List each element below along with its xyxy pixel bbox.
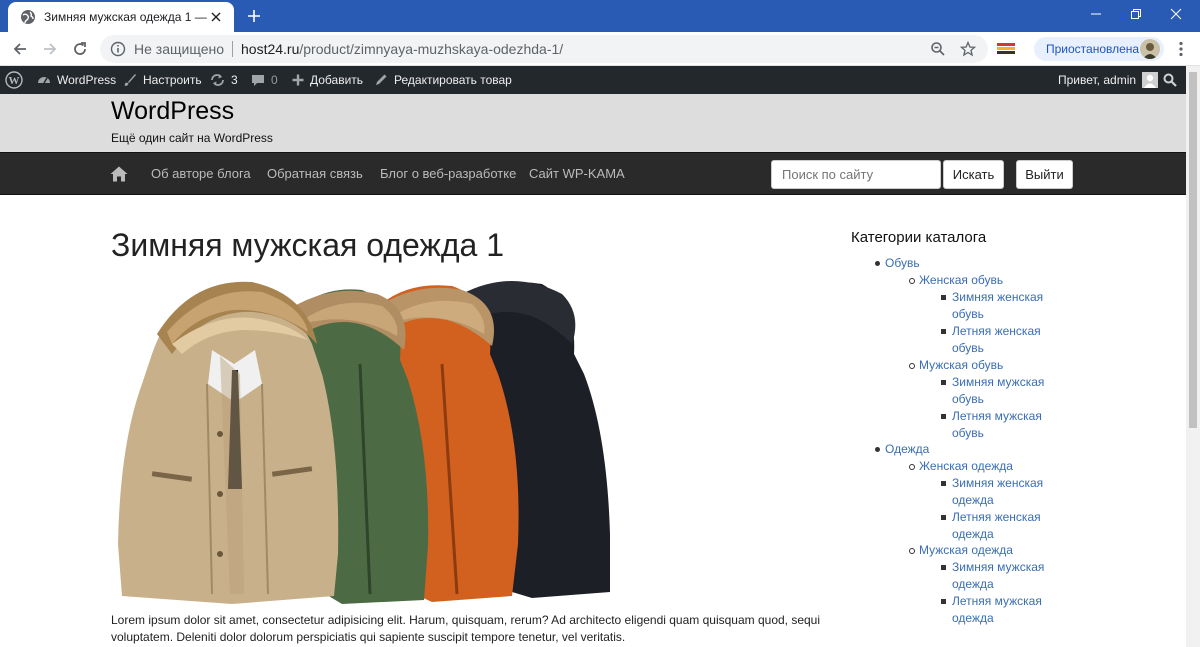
greeting-label: Привет, admin — [1058, 73, 1137, 87]
site-header: WordPress Ещё один сайт на WordPress — [0, 94, 1186, 152]
pencil-icon — [376, 74, 387, 85]
nav-item-wp-kama[interactable]: Сайт WP-KAMA — [529, 166, 625, 181]
nav-item-feedback[interactable]: Обратная связь — [267, 166, 363, 181]
comments-link[interactable]: 0 — [251, 66, 278, 94]
profile-button[interactable]: Приостановлена — [1034, 37, 1164, 61]
plus-icon — [292, 74, 304, 86]
close-window-button[interactable] — [1156, 0, 1196, 28]
product-description: Lorem ipsum dolor sit amet, consectetur … — [111, 612, 823, 646]
comment-icon — [252, 74, 264, 86]
logout-button[interactable]: Выйти — [1016, 160, 1073, 189]
browser-tab[interactable]: Зимняя мужская одежда 1 — W — [8, 2, 234, 32]
plus-icon — [248, 10, 260, 22]
comments-count: 0 — [271, 73, 278, 87]
nav-item-about[interactable]: Об авторе блога — [151, 166, 251, 181]
category-women-summer-clothes[interactable]: Летняя женская одежда — [941, 509, 1052, 543]
category-women-summer-shoes[interactable]: Летняя женская обувь — [941, 323, 1052, 357]
customize-link[interactable]: Настроить — [123, 66, 202, 94]
category-men-summer-clothes[interactable]: Летняя мужская одежда — [941, 593, 1052, 627]
divider — [232, 41, 233, 57]
close-tab-icon[interactable] — [208, 9, 224, 25]
product-description-line-2: voluptatem. Deleniti dolor dolorum persp… — [111, 630, 626, 644]
edit-product-link[interactable]: Редактировать товар — [374, 66, 512, 94]
category-men-summer-shoes[interactable]: Летняя мужская обувь — [941, 408, 1052, 442]
profile-status: Приостановлена — [1046, 42, 1140, 56]
product-description-line-1: Lorem ipsum dolor sit amet, consectetur … — [111, 613, 821, 627]
admin-site-link[interactable]: WordPress — [37, 66, 116, 94]
avatar — [1140, 39, 1160, 59]
add-new-label: Добавить — [310, 73, 364, 87]
page-scrollbar[interactable] — [1186, 66, 1200, 647]
site-description: Ещё один сайт на WordPress — [111, 131, 273, 145]
updates-count: 3 — [231, 73, 238, 87]
page-title: Зимняя мужская одежда 1 — [111, 227, 505, 263]
category-men-shoes[interactable]: Мужская обувь — [908, 357, 1003, 374]
security-label[interactable]: Не защищено — [134, 41, 224, 57]
search-button[interactable]: Искать — [943, 160, 1004, 189]
maximize-button[interactable] — [1116, 0, 1156, 28]
globe-icon — [21, 10, 35, 24]
reload-button[interactable] — [68, 38, 92, 60]
forward-button[interactable] — [38, 38, 62, 60]
updates-link[interactable]: 3 — [210, 66, 238, 94]
product-image — [118, 281, 610, 604]
category-clothes[interactable]: Одежда — [874, 441, 929, 458]
category-women-shoes[interactable]: Женская обувь — [908, 272, 1003, 289]
category-shoes[interactable]: Обувь — [875, 255, 920, 272]
nav-item-blog[interactable]: Блог о веб-разработке — [380, 166, 516, 181]
url-host: host24.ru — [241, 41, 300, 57]
url-path: /product/zimnyaya-muzhskaya-odezhda-1/ — [299, 41, 564, 57]
home-icon[interactable] — [110, 166, 128, 182]
reload-icon — [74, 42, 86, 55]
new-tab-button[interactable] — [244, 6, 264, 26]
edit-product-label: Редактировать товар — [394, 73, 512, 87]
avatar — [1142, 72, 1159, 88]
account-menu[interactable]: Привет, admin — [1058, 66, 1159, 94]
extension-icon[interactable] — [996, 41, 1016, 57]
search-icon[interactable] — [1163, 66, 1183, 94]
main-navigation: Об авторе блога Обратная связь Блог о ве… — [0, 152, 1186, 195]
add-new-link[interactable]: Добавить — [292, 66, 363, 94]
wp-logo-icon[interactable]: W — [5, 66, 29, 94]
star-icon[interactable] — [956, 35, 980, 63]
info-icon[interactable] — [110, 41, 126, 57]
zoom-icon[interactable] — [926, 35, 950, 63]
minimize-button[interactable] — [1076, 0, 1116, 28]
dashboard-icon — [38, 77, 50, 84]
browser-toolbar: Не защищено host24.ru/product/zimnyaya-m… — [0, 32, 1200, 66]
updates-icon — [211, 74, 224, 86]
back-button[interactable] — [8, 38, 32, 60]
arrow-left-icon — [13, 43, 26, 55]
admin-site-name: WordPress — [57, 73, 117, 87]
sidebar-title: Категории каталога — [851, 229, 987, 246]
category-women-clothes[interactable]: Женская одежда — [909, 458, 1013, 475]
category-women-winter-shoes[interactable]: Зимняя женская обувь — [941, 289, 1052, 323]
wp-admin-bar: W WordPress Настроить 3 0 Добавить Редак… — [0, 66, 1186, 94]
arrow-right-icon — [44, 43, 57, 55]
search-input[interactable] — [771, 160, 941, 189]
category-women-winter-clothes[interactable]: Зимняя женская одежда — [941, 475, 1052, 509]
category-men-winter-shoes[interactable]: Зимняя мужская обувь — [941, 374, 1052, 408]
tab-strip: Зимняя мужская одежда 1 — W — [0, 0, 1200, 32]
address-bar[interactable]: Не защищено host24.ru/product/zimnyaya-m… — [100, 35, 988, 63]
scrollbar-thumb[interactable] — [1189, 72, 1197, 428]
customize-label: Настроить — [143, 73, 202, 87]
tab-title: Зимняя мужская одежда 1 — W — [44, 10, 208, 24]
category-men-winter-clothes[interactable]: Зимняя мужская одежда — [941, 559, 1052, 593]
category-men-clothes[interactable]: Мужская одежда — [909, 542, 1013, 559]
brush-icon — [124, 74, 136, 86]
svg-text:W: W — [9, 75, 20, 87]
site-title[interactable]: WordPress — [111, 97, 234, 126]
browser-menu-icon[interactable] — [1172, 40, 1190, 58]
